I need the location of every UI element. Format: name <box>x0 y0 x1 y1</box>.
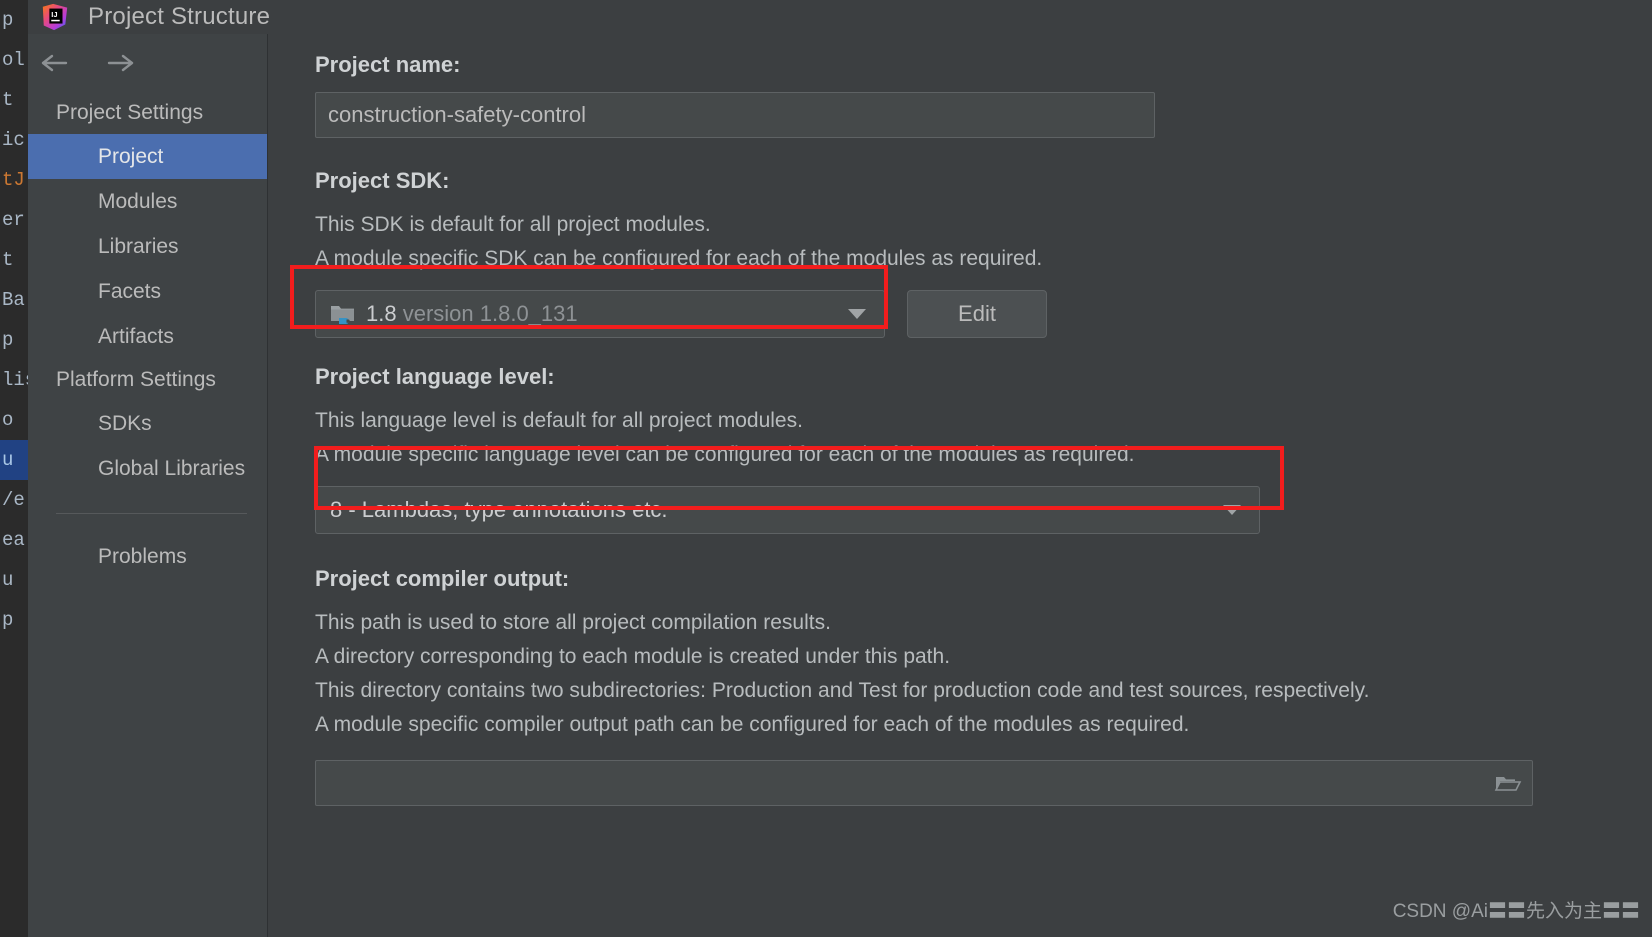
screen: p ol t ic tJ er t Ba p lis o u /e ea u p <box>0 0 1652 937</box>
code-line: u <box>2 569 14 591</box>
sidebar-item-artifacts[interactable]: Artifacts <box>28 314 267 359</box>
language-level-description-line-2: A module specific language level can be … <box>315 443 1135 466</box>
sidebar-item-facets[interactable]: Facets <box>28 269 267 314</box>
code-line: p <box>2 609 14 631</box>
code-line: t <box>2 89 14 111</box>
compiler-output-label: Project compiler output: <box>315 566 570 591</box>
project-sdk-value: 1.8 version 1.8.0_131 <box>366 301 578 327</box>
settings-content-panel: Project name: construction-safety-contro… <box>269 34 1652 937</box>
code-line: Ba <box>2 289 25 311</box>
code-line: ol <box>2 49 25 71</box>
svg-text:IJ: IJ <box>51 10 57 19</box>
project-sdk-description-line-1: This SDK is default for all project modu… <box>315 213 711 236</box>
project-name-input[interactable]: construction-safety-control <box>315 92 1155 138</box>
dialog-titlebar: IJ Project Structure <box>28 0 1652 34</box>
settings-sidebar: Project Settings Project Modules Librari… <box>28 34 268 937</box>
arrow-right-icon <box>104 53 138 73</box>
code-line: t <box>2 249 14 271</box>
java-sdk-folder-icon <box>330 302 356 326</box>
code-line: p <box>2 329 14 351</box>
chevron-down-icon <box>848 309 866 319</box>
sidebar-group-platform-settings: Platform Settings <box>56 368 216 391</box>
code-line: p <box>2 9 14 31</box>
navigation-buttons <box>28 34 267 92</box>
compiler-output-description-line-4: A module specific compiler output path c… <box>315 713 1190 736</box>
language-level-label: Project language level: <box>315 364 555 389</box>
code-line: lis <box>2 369 28 391</box>
project-structure-dialog: IJ Project Structure Project Settings Pr… <box>28 0 1652 937</box>
language-level-value: 8 - Lambdas, type annotations etc. <box>330 497 668 522</box>
forward-button[interactable] <box>102 48 140 78</box>
sidebar-item-modules[interactable]: Modules <box>28 179 267 224</box>
project-sdk-name: 1.8 <box>366 301 397 326</box>
project-sdk-version: version 1.8.0_131 <box>402 301 578 326</box>
sidebar-divider <box>56 513 247 514</box>
sidebar-item-libraries[interactable]: Libraries <box>28 224 267 269</box>
csdn-watermark: CSDN @Ai〓〓先入为主〓〓 <box>1392 901 1640 922</box>
sidebar-item-global-libraries[interactable]: Global Libraries <box>28 446 267 491</box>
folder-browse-icon[interactable] <box>1494 772 1522 794</box>
code-line: ea <box>2 529 25 551</box>
project-sdk-combobox[interactable]: 1.8 version 1.8.0_131 <box>315 290 885 338</box>
language-level-combobox[interactable]: 8 - Lambdas, type annotations etc. <box>315 486 1260 534</box>
compiler-output-description-line-2: A directory corresponding to each module… <box>315 645 951 668</box>
project-sdk-row: 1.8 version 1.8.0_131 Edit <box>315 290 1652 338</box>
dialog-title: Project Structure <box>88 3 271 30</box>
background-editor-strip: p ol t ic tJ er t Ba p lis o u /e ea u p <box>0 0 28 937</box>
compiler-output-description-line-1: This path is used to store all project c… <box>315 611 831 634</box>
sidebar-item-problems[interactable]: Problems <box>28 534 267 579</box>
sidebar-group-project-settings: Project Settings <box>56 101 204 124</box>
compiler-output-description-line-3: This directory contains two subdirectori… <box>315 679 1370 702</box>
project-sdk-label: Project SDK: <box>315 168 450 193</box>
arrow-left-icon <box>40 53 74 73</box>
code-line-selected: u <box>0 440 28 480</box>
chevron-down-icon <box>1223 505 1241 515</box>
back-button[interactable] <box>38 48 76 78</box>
code-line: er <box>2 209 25 231</box>
project-name-label: Project name: <box>315 52 461 77</box>
code-line: tJ <box>2 169 25 191</box>
code-line: o <box>2 409 14 431</box>
code-line: ic <box>2 129 25 151</box>
project-sdk-description-line-2: A module specific SDK can be configured … <box>315 247 1043 270</box>
code-line: /e <box>2 489 25 511</box>
edit-sdk-button[interactable]: Edit <box>907 290 1047 338</box>
compiler-output-row <box>315 760 1652 806</box>
sidebar-item-sdks[interactable]: SDKs <box>28 401 267 446</box>
compiler-output-input[interactable] <box>315 760 1533 806</box>
intellij-idea-logo-icon: IJ <box>40 2 70 32</box>
sidebar-item-project[interactable]: Project <box>28 134 267 179</box>
language-level-description-line-1: This language level is default for all p… <box>315 409 803 432</box>
